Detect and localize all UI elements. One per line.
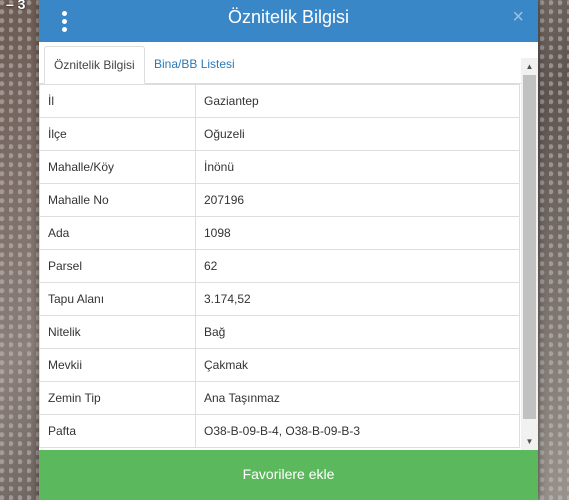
triangle-up-icon[interactable]: ▲: [521, 58, 538, 75]
table-row: Mahalle No 207196: [39, 183, 520, 217]
vertical-scrollbar[interactable]: ▲ ▼: [521, 58, 538, 450]
attribute-key: Ada: [39, 216, 196, 250]
attribute-value: Oğuzeli: [195, 117, 520, 151]
attribute-key: İlçe: [39, 117, 196, 151]
table-row: Parsel 62: [39, 249, 520, 283]
attribute-key: Mahalle/Köy: [39, 150, 196, 184]
table-row: Tapu Alanı 3.174,52: [39, 282, 520, 316]
table-row: Mevkii Çakmak: [39, 348, 520, 382]
table-row: Zemin Tip Ana Taşınmaz: [39, 381, 520, 415]
tab-attribute-info[interactable]: Öznitelik Bilgisi: [44, 46, 145, 84]
dialog-header: Öznitelik Bilgisi ×: [39, 0, 538, 42]
attribute-key: Nitelik: [39, 315, 196, 349]
scrollbar-thumb[interactable]: [523, 75, 536, 419]
attribute-key: Parsel: [39, 249, 196, 283]
attribute-key: İl: [39, 84, 196, 118]
attribute-value: 207196: [195, 183, 520, 217]
attribute-value: 62: [195, 249, 520, 283]
attribute-value: İnönü: [195, 150, 520, 184]
table-row: Mahalle/Köy İnönü: [39, 150, 520, 184]
attribute-key: Mevkii: [39, 348, 196, 382]
add-to-favorites-button[interactable]: Favorilere ekle: [39, 450, 538, 500]
attribute-key: Pafta: [39, 414, 196, 448]
map-background-label: – 3: [6, 0, 26, 12]
attribute-value: Bağ: [195, 315, 520, 349]
attribute-table: İl Gaziantep İlçe Oğuzeli Mahalle/Köy İnönü Ma…: [39, 84, 520, 448]
attribute-value: 3.174,52: [195, 282, 520, 316]
table-row: İlçe Oğuzeli: [39, 117, 520, 151]
table-row: Ada 1098: [39, 216, 520, 250]
tab-bar: Öznitelik Bilgisi Bina/BB Listesi: [39, 42, 538, 84]
attribute-value: Gaziantep: [195, 84, 520, 118]
table-row: Nitelik Bağ: [39, 315, 520, 349]
attribute-value: Çakmak: [195, 348, 520, 382]
dialog-title: Öznitelik Bilgisi: [227, 7, 350, 27]
table-row: İl Gaziantep: [39, 84, 520, 118]
attribute-value: Ana Taşınmaz: [195, 381, 520, 415]
attribute-table-container: İl Gaziantep İlçe Oğuzeli Mahalle/Köy İnönü Ma…: [39, 84, 521, 450]
close-icon[interactable]: ×: [512, 6, 524, 29]
triangle-down-icon[interactable]: ▼: [521, 433, 538, 450]
attribute-info-dialog: Öznitelik Bilgisi × Öznitelik Bilgisi Bi…: [39, 0, 538, 500]
attribute-key: Mahalle No: [39, 183, 196, 217]
attribute-key: Zemin Tip: [39, 381, 196, 415]
attribute-value: O38-B-09-B-4, O38-B-09-B-3: [195, 414, 520, 448]
tab-building-list[interactable]: Bina/BB Listesi: [145, 46, 244, 84]
attribute-value: 1098: [195, 216, 520, 250]
table-row: Pafta O38-B-09-B-4, O38-B-09-B-3: [39, 414, 520, 448]
attribute-key: Tapu Alanı: [39, 282, 196, 316]
